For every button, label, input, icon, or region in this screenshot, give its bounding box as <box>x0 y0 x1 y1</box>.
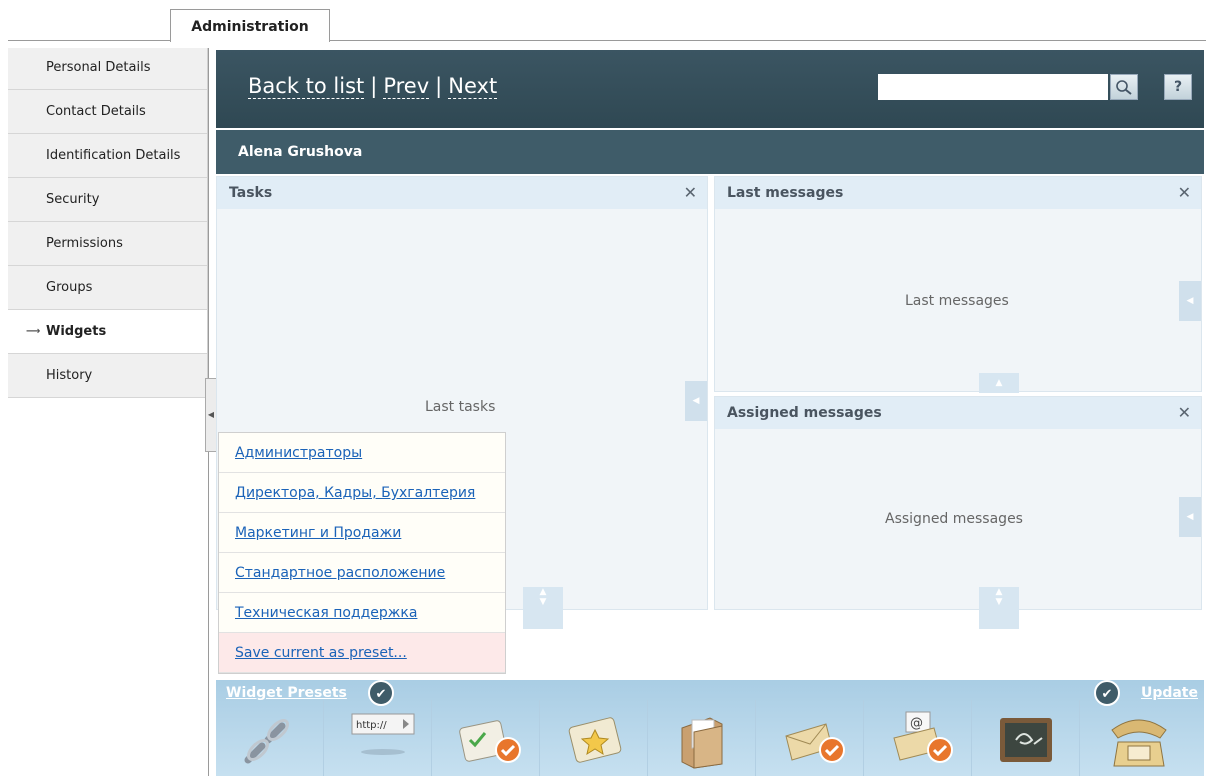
widget-body-text: Last tasks <box>425 399 496 415</box>
sidebar-item-label: Widgets <box>46 324 107 339</box>
sidebar-item-widgets[interactable]: ⟶ Widgets <box>8 310 207 354</box>
preset-item[interactable]: Директора, Кадры, Бухгалтерия <box>219 473 505 513</box>
widget-title: Assigned messages <box>727 405 882 421</box>
assigned-messages-widget: Assigned messages ✕ Assigned messages ◀ … <box>714 396 1202 629</box>
nav-separator: | <box>370 74 378 98</box>
widget-title: Last messages <box>727 185 844 201</box>
close-icon[interactable]: ✕ <box>684 177 697 209</box>
widget-title: Tasks <box>229 185 273 201</box>
collapse-right-icon[interactable]: ◀ <box>1179 281 1201 321</box>
header-bar: Back to list | Prev | Next ? <box>216 50 1204 128</box>
documents-icon[interactable] <box>648 700 756 776</box>
preset-link[interactable]: Маркетинг и Продажи <box>235 525 401 541</box>
sidebar-item-groups[interactable]: Groups <box>8 266 207 310</box>
preset-link[interactable]: Директора, Кадры, Бухгалтерия <box>235 485 475 501</box>
messages-icon[interactable] <box>756 700 864 776</box>
search-button[interactable] <box>1110 74 1138 100</box>
email-icon[interactable]: @ <box>864 700 972 776</box>
scroll-up-down-icon[interactable]: ▲ ▼ <box>979 587 1019 629</box>
svg-text:@: @ <box>910 716 923 731</box>
sidebar-item-security[interactable]: Security <box>8 178 207 222</box>
widget-body-text: Last messages <box>905 293 1009 309</box>
sidebar-item-permissions[interactable]: Permissions <box>8 222 207 266</box>
collapse-right-icon[interactable]: ◀ <box>1179 497 1201 537</box>
widget-body-text: Assigned messages <box>885 511 1023 527</box>
favorites-icon[interactable] <box>540 700 648 776</box>
tab-administration[interactable]: Administration <box>170 9 330 42</box>
user-name-bar: Alena Grushova <box>216 130 1204 174</box>
update-link[interactable]: Update <box>1141 685 1198 701</box>
tasks-icon[interactable] <box>432 700 540 776</box>
record-navigation: Back to list | Prev | Next <box>248 74 498 99</box>
widget-header: Last messages ✕ <box>715 177 1201 209</box>
next-link[interactable]: Next <box>448 74 498 99</box>
search-input[interactable] <box>878 74 1108 100</box>
sidebar-item-contact-details[interactable]: Contact Details <box>8 90 207 134</box>
help-button[interactable]: ? <box>1164 74 1192 100</box>
tab-bar: Administration <box>0 0 1206 42</box>
svg-text:http://: http:// <box>356 720 387 731</box>
search-icon <box>1116 80 1132 95</box>
scroll-up-icon[interactable]: ▲ <box>979 373 1019 393</box>
preset-item[interactable]: Техническая поддержка <box>219 593 505 633</box>
widget-toolbar: Widget Presets ✔ ✔ Update http:// @ <box>216 680 1204 776</box>
nav-separator: | <box>435 74 443 98</box>
link-icon[interactable] <box>216 700 324 776</box>
chalkboard-icon[interactable] <box>972 700 1080 776</box>
close-icon[interactable]: ✕ <box>1178 397 1191 429</box>
sidebar-item-personal-details[interactable]: Personal Details <box>8 48 207 90</box>
close-icon[interactable]: ✕ <box>1178 177 1191 209</box>
url-icon[interactable]: http:// <box>324 700 432 776</box>
back-to-list-link[interactable]: Back to list <box>248 74 365 99</box>
preset-item[interactable]: Администраторы <box>219 433 505 473</box>
scroll-up-down-icon[interactable]: ▲ ▼ <box>523 587 563 629</box>
widget-presets-link[interactable]: Widget Presets <box>226 685 347 701</box>
sidebar: Personal Details Contact Details Identif… <box>8 48 208 398</box>
sidebar-item-history[interactable]: History <box>8 354 207 398</box>
widget-header: Assigned messages ✕ <box>715 397 1201 429</box>
preset-link[interactable]: Техническая поддержка <box>235 605 417 621</box>
prev-link[interactable]: Prev <box>383 74 430 99</box>
preset-link[interactable]: Администраторы <box>235 445 362 461</box>
widget-presets-menu: Администраторы Директора, Кадры, Бухгалт… <box>218 432 506 674</box>
preset-item[interactable]: Маркетинг и Продажи <box>219 513 505 553</box>
save-preset-item[interactable]: Save current as preset... <box>219 633 505 673</box>
sidebar-item-identification-details[interactable]: Identification Details <box>8 134 207 178</box>
widget-header: Tasks ✕ <box>217 177 707 209</box>
preset-link[interactable]: Стандартное расположение <box>235 565 445 581</box>
active-arrow-icon: ⟶ <box>26 326 41 337</box>
preset-item[interactable]: Стандартное расположение <box>219 553 505 593</box>
phone-icon[interactable] <box>1080 700 1188 776</box>
last-messages-widget: Last messages ✕ Last messages ◀ ▲ <box>714 176 1202 393</box>
collapse-right-icon[interactable]: ◀ <box>685 381 707 421</box>
save-preset-link[interactable]: Save current as preset... <box>235 645 407 661</box>
